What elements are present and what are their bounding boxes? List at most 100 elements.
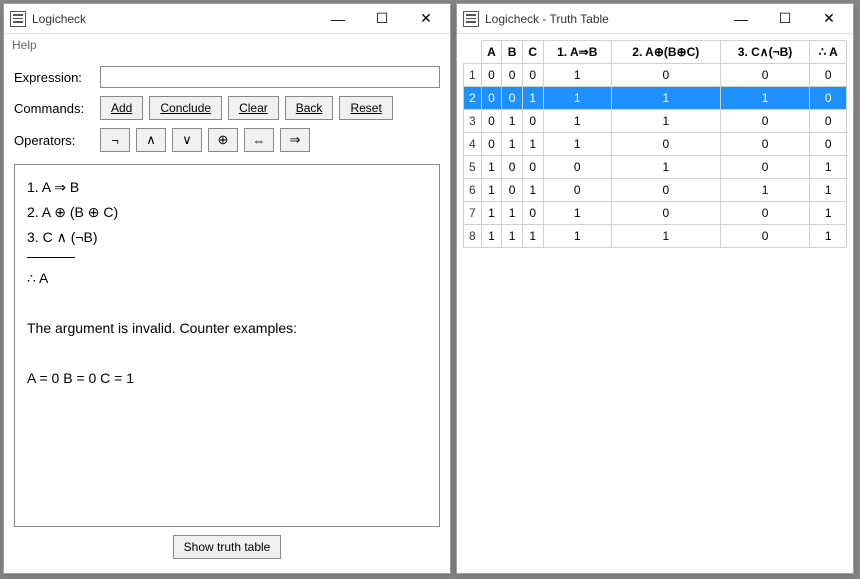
row-number-header xyxy=(464,41,482,64)
table-row[interactable]: 40111000 xyxy=(464,133,847,156)
table-cell: 0 xyxy=(720,64,810,87)
table-row[interactable]: 61010011 xyxy=(464,179,847,202)
table-cell: 0 xyxy=(810,133,847,156)
maximize-button[interactable]: ☐ xyxy=(360,5,404,33)
table-cell: 0 xyxy=(611,64,720,87)
row-number: 1 xyxy=(464,64,482,87)
table-cell: 0 xyxy=(720,156,810,179)
op-xor-button[interactable]: ⊕ xyxy=(208,128,238,152)
expression-input[interactable] xyxy=(100,66,440,88)
back-button[interactable]: Back xyxy=(285,96,334,120)
row-number: 2 xyxy=(464,87,482,110)
close-button[interactable]: ✕ xyxy=(807,5,851,33)
row-number: 7 xyxy=(464,202,482,225)
row-number: 4 xyxy=(464,133,482,156)
title-truth-table: Logicheck - Truth Table xyxy=(485,12,719,26)
table-cell: 1 xyxy=(543,202,611,225)
table-header: B xyxy=(502,41,523,64)
conclusion-line: ∴ A xyxy=(27,266,427,291)
table-cell: 0 xyxy=(481,110,502,133)
op-iff-button[interactable]: ⇔ xyxy=(244,128,274,152)
counterexample-text: A = 0 B = 0 C = 1 xyxy=(27,366,427,391)
table-cell: 1 xyxy=(502,133,523,156)
table-cell: 1 xyxy=(543,87,611,110)
table-cell: 0 xyxy=(611,133,720,156)
expression-label: Expression: xyxy=(14,70,94,85)
table-cell: 0 xyxy=(481,87,502,110)
table-row[interactable]: 51000101 xyxy=(464,156,847,179)
truth-table-window: Logicheck - Truth Table — ☐ ✕ ABC1. A⇒B2… xyxy=(456,3,854,574)
commands-label: Commands: xyxy=(14,101,94,116)
table-cell: 0 xyxy=(522,110,543,133)
table-cell: 0 xyxy=(611,202,720,225)
reset-button[interactable]: Reset xyxy=(339,96,392,120)
table-cell: 1 xyxy=(481,179,502,202)
row-number: 6 xyxy=(464,179,482,202)
titlebar-truth-table[interactable]: Logicheck - Truth Table — ☐ ✕ xyxy=(457,4,853,34)
table-cell: 1 xyxy=(611,225,720,248)
table-cell: 0 xyxy=(502,156,523,179)
operators-label: Operators: xyxy=(14,133,94,148)
table-cell: 0 xyxy=(720,110,810,133)
op-implies-button[interactable]: ⇒ xyxy=(280,128,310,152)
table-cell: 1 xyxy=(543,133,611,156)
app-icon xyxy=(10,11,26,27)
table-header: A xyxy=(481,41,502,64)
table-row[interactable]: 71101001 xyxy=(464,202,847,225)
table-cell: 1 xyxy=(611,156,720,179)
table-cell: 0 xyxy=(522,202,543,225)
minimize-button[interactable]: — xyxy=(719,5,763,33)
table-cell: 0 xyxy=(502,64,523,87)
op-or-button[interactable]: ∨ xyxy=(172,128,202,152)
app-icon xyxy=(463,11,479,27)
table-cell: 1 xyxy=(810,179,847,202)
table-cell: 1 xyxy=(522,87,543,110)
table-cell: 1 xyxy=(522,225,543,248)
table-cell: 0 xyxy=(810,87,847,110)
premise-line: 1. A ⇒ B xyxy=(27,175,427,200)
table-cell: 1 xyxy=(720,87,810,110)
table-cell: 0 xyxy=(522,156,543,179)
truth-table: ABC1. A⇒B2. A⊕(B⊕C)3. C∧(¬B)∴ A 10001000… xyxy=(463,40,847,248)
op-and-button[interactable]: ∧ xyxy=(136,128,166,152)
table-cell: 1 xyxy=(611,87,720,110)
table-cell: 0 xyxy=(720,225,810,248)
row-number: 3 xyxy=(464,110,482,133)
table-cell: 1 xyxy=(543,64,611,87)
table-cell: 0 xyxy=(502,87,523,110)
row-number: 8 xyxy=(464,225,482,248)
table-row[interactable]: 20011110 xyxy=(464,87,847,110)
table-cell: 0 xyxy=(481,133,502,156)
table-cell: 1 xyxy=(522,179,543,202)
add-button[interactable]: Add xyxy=(100,96,143,120)
table-cell: 0 xyxy=(543,179,611,202)
table-cell: 0 xyxy=(720,202,810,225)
show-truth-table-button[interactable]: Show truth table xyxy=(173,535,282,559)
table-cell: 1 xyxy=(481,202,502,225)
title-main: Logicheck xyxy=(32,12,316,26)
menu-help[interactable]: Help xyxy=(12,38,37,52)
table-cell: 1 xyxy=(810,202,847,225)
minimize-button[interactable]: — xyxy=(316,5,360,33)
table-row[interactable]: 30101100 xyxy=(464,110,847,133)
table-cell: 1 xyxy=(810,156,847,179)
table-cell: 1 xyxy=(720,179,810,202)
table-row[interactable]: 81111101 xyxy=(464,225,847,248)
conclude-button[interactable]: Conclude xyxy=(149,96,222,120)
maximize-button[interactable]: ☐ xyxy=(763,5,807,33)
table-row[interactable]: 10001000 xyxy=(464,64,847,87)
table-header: 1. A⇒B xyxy=(543,41,611,64)
close-button[interactable]: ✕ xyxy=(404,5,448,33)
table-cell: 0 xyxy=(543,156,611,179)
row-number: 5 xyxy=(464,156,482,179)
menu-bar: Help xyxy=(4,34,450,56)
op-not-button[interactable]: ¬ xyxy=(100,128,130,152)
clear-button[interactable]: Clear xyxy=(228,96,279,120)
separator-line xyxy=(27,257,75,258)
table-cell: 1 xyxy=(611,110,720,133)
table-cell: 0 xyxy=(810,110,847,133)
table-cell: 1 xyxy=(543,110,611,133)
table-cell: 0 xyxy=(481,64,502,87)
output-box: 1. A ⇒ B 2. A ⊕ (B ⊕ C) 3. C ∧ (¬B) ∴ A … xyxy=(14,164,440,527)
titlebar-main[interactable]: Logicheck — ☐ ✕ xyxy=(4,4,450,34)
